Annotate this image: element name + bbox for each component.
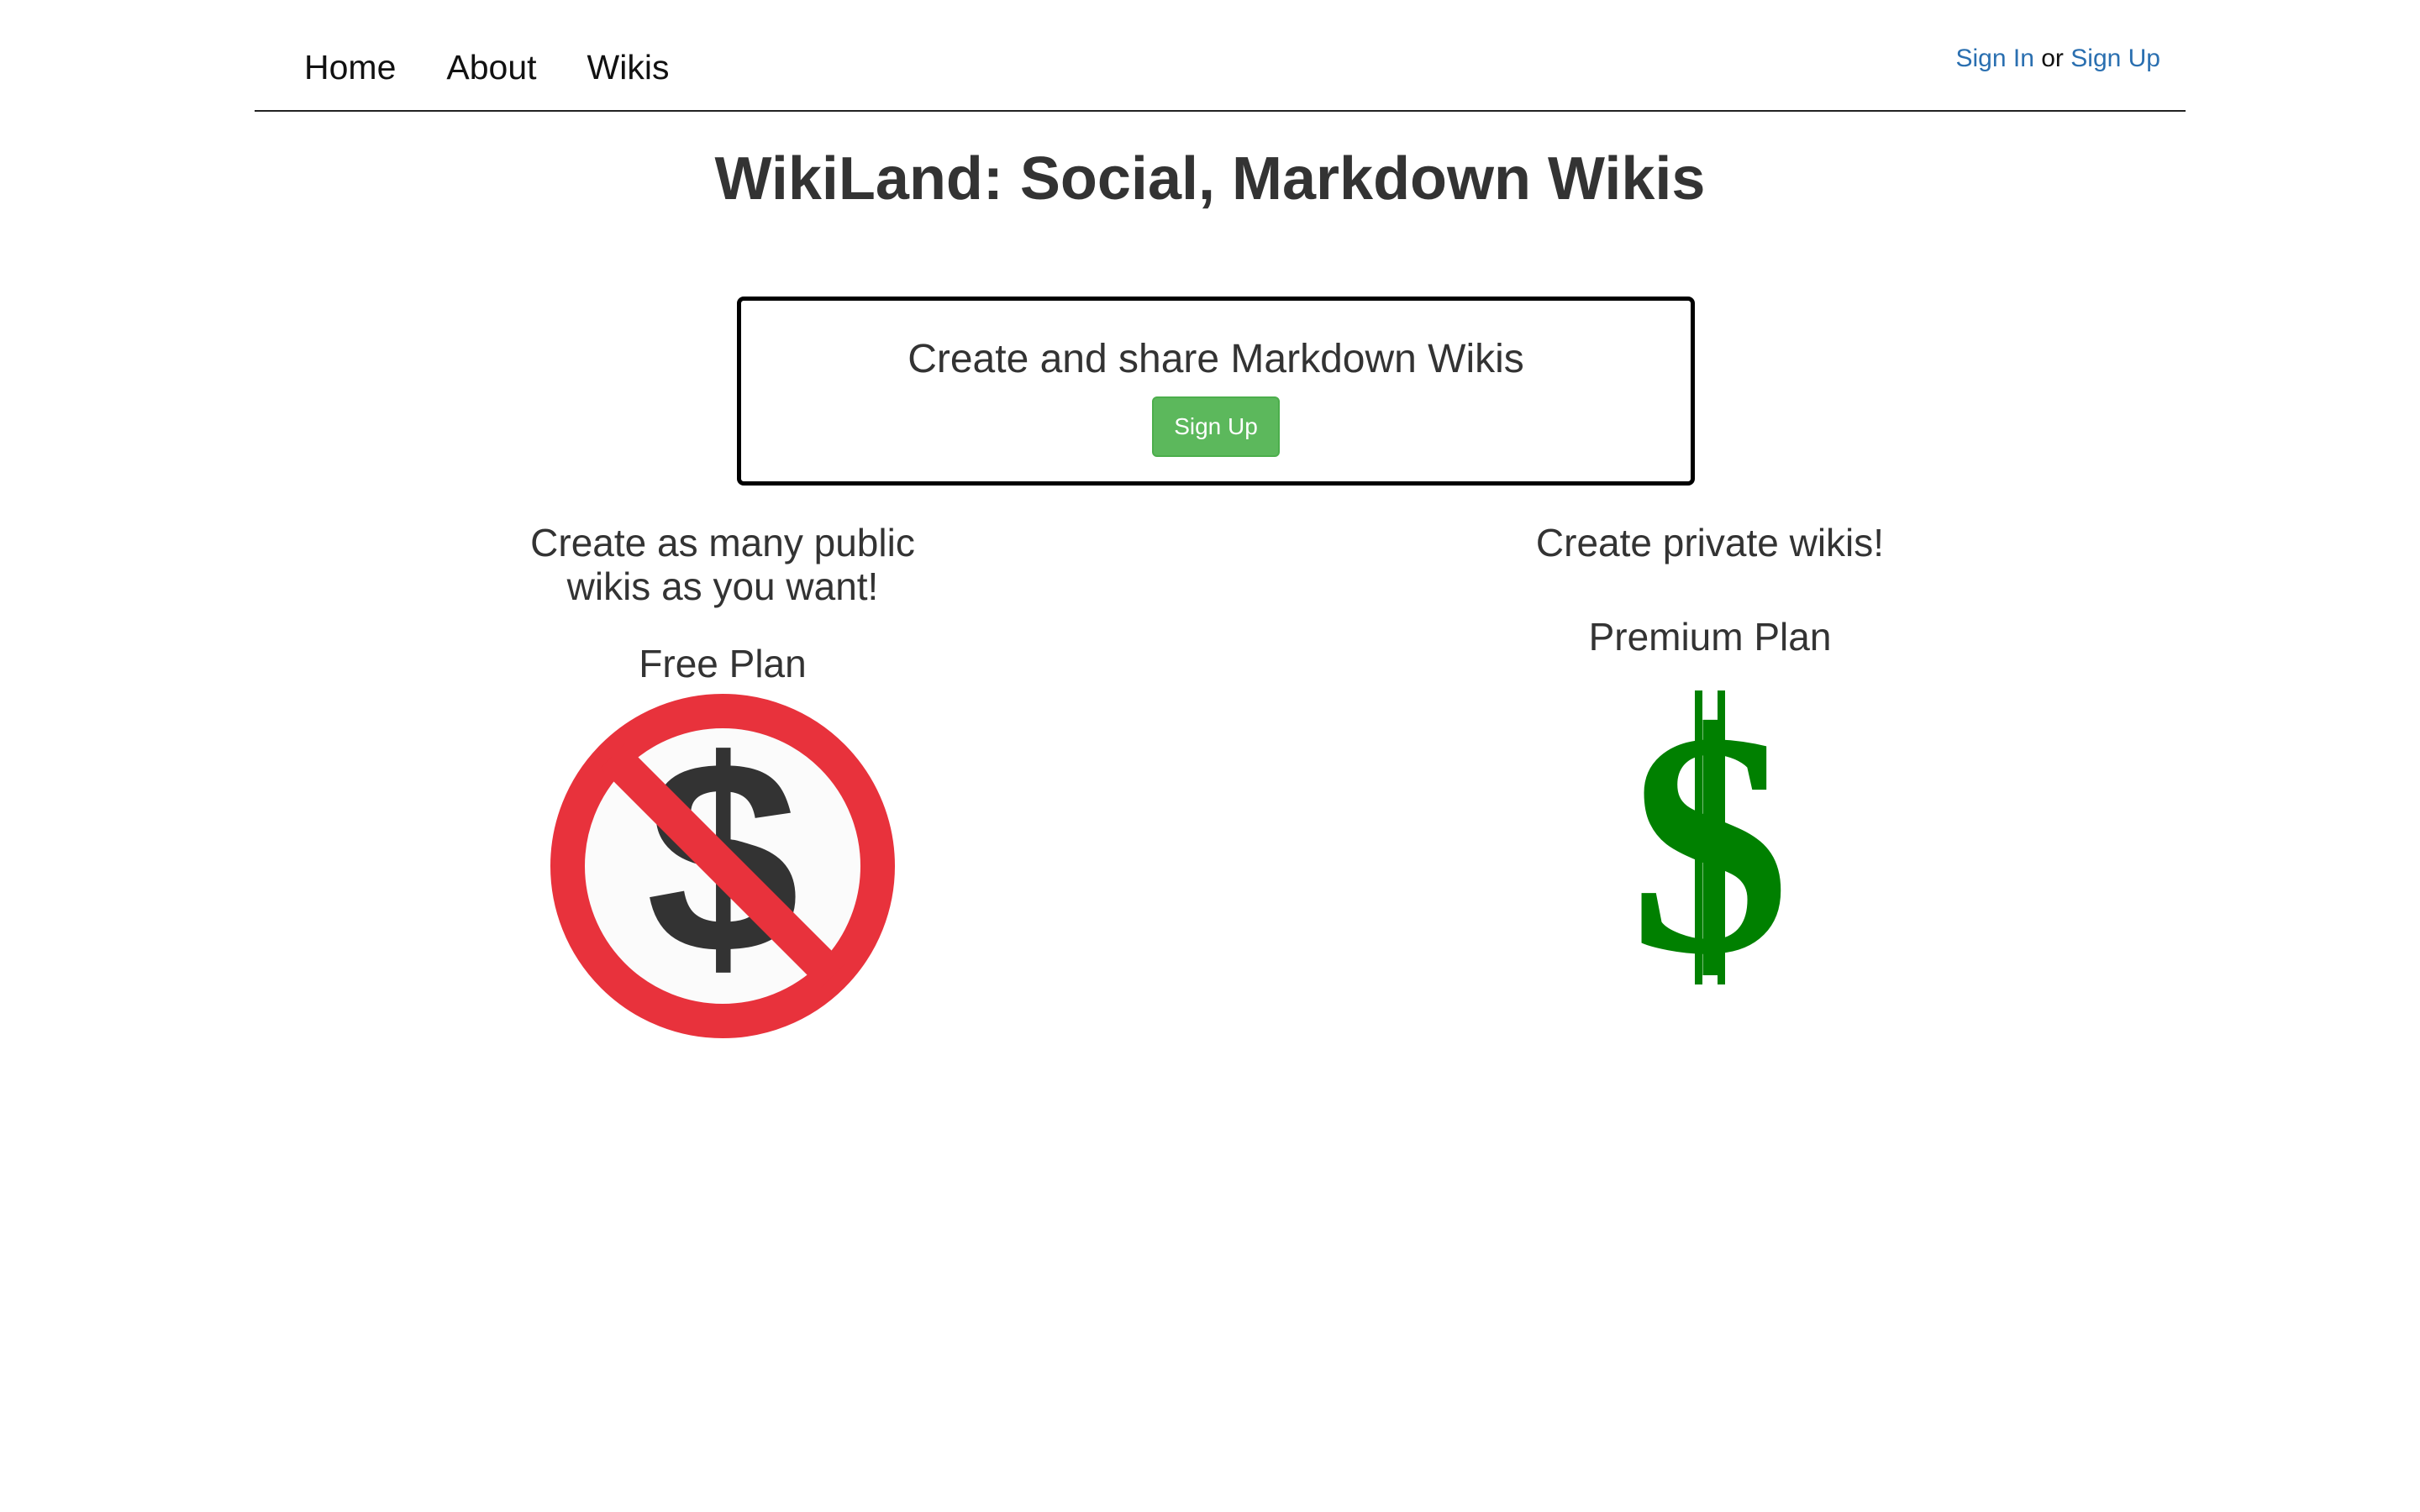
free-plan-tagline-line2: wikis as you want! bbox=[566, 564, 879, 608]
nav-wikis-link[interactable]: Wikis bbox=[587, 44, 670, 91]
hero-box: Create and share Markdown Wikis Sign Up bbox=[737, 297, 1695, 486]
free-plan-column: Create as many public wikis as you want!… bbox=[429, 521, 1017, 1038]
nav-about-link[interactable]: About bbox=[446, 44, 536, 91]
premium-plan-tagline: Create private wikis! bbox=[1535, 521, 1885, 564]
auth-or-text: or bbox=[2041, 45, 2064, 72]
nav-links: Home About Wikis bbox=[304, 44, 719, 91]
nav-home-link[interactable]: Home bbox=[304, 44, 396, 91]
sign-in-link[interactable]: Sign In bbox=[1955, 45, 2033, 72]
premium-plan-column: Create private wikis! Premium Plan $ bbox=[1416, 521, 2004, 984]
no-dollar-icon: $ bbox=[550, 694, 895, 1038]
free-plan-name: Free Plan bbox=[639, 642, 807, 685]
svg-text:$: $ bbox=[1630, 690, 1790, 984]
free-plan-tagline: Create as many public wikis as you want! bbox=[429, 521, 1017, 608]
page: Home About Wikis Sign In or Sign Up Wiki… bbox=[0, 0, 2420, 1512]
premium-plan-name: Premium Plan bbox=[1588, 615, 1832, 659]
dollar-icon: $ bbox=[1630, 690, 1790, 984]
auth-links: Sign In or Sign Up bbox=[1955, 42, 2160, 76]
top-navbar: Home About Wikis Sign In or Sign Up bbox=[255, 0, 2186, 112]
page-title: WikiLand: Social, Markdown Wikis bbox=[714, 145, 1706, 213]
hero-title: Create and share Markdown Wikis bbox=[908, 337, 1524, 381]
sign-up-link[interactable]: Sign Up bbox=[2070, 45, 2160, 72]
free-plan-tagline-line1: Create as many public bbox=[530, 521, 915, 564]
hero-sign-up-button[interactable]: Sign Up bbox=[1152, 396, 1280, 457]
